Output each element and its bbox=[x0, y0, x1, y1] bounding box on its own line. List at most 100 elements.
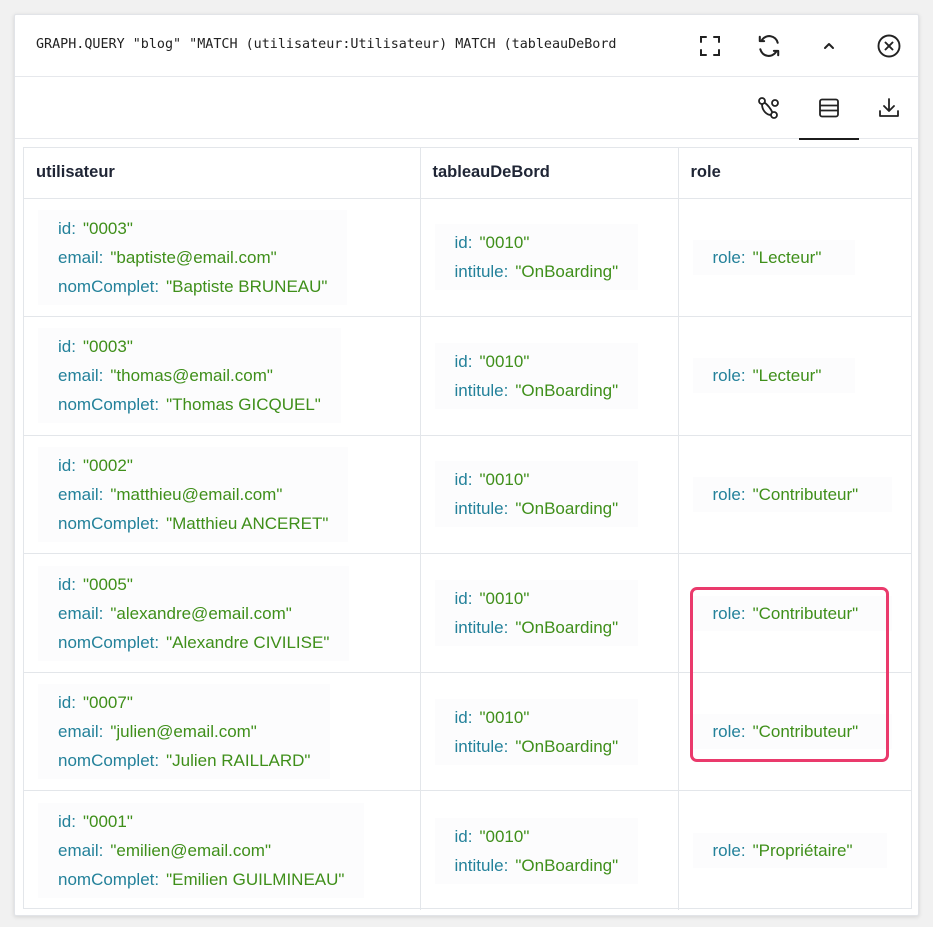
property-line: email: "thomas@email.com" bbox=[58, 361, 321, 390]
table-row: id: "0003" email: "thomas@email.com" nomComp… bbox=[24, 316, 911, 436]
table-cell-tableaudebord[interactable]: id: "0010" intitule: "OnBoarding" bbox=[420, 790, 679, 910]
property-value: "0007" bbox=[82, 693, 133, 713]
property-key: role: bbox=[712, 366, 746, 386]
refresh-button[interactable] bbox=[754, 31, 784, 61]
role-object: role: "Contributeur" bbox=[692, 476, 893, 512]
property-key: nomComplet: bbox=[58, 276, 160, 296]
property-key: id: bbox=[454, 233, 473, 253]
property-value: "0003" bbox=[82, 218, 133, 238]
property-key: intitule: bbox=[454, 855, 509, 875]
tableaudebord-object: id: "0010" intitule: "OnBoarding" bbox=[434, 342, 639, 409]
property-value: "Propriétaire" bbox=[752, 841, 853, 861]
property-value: "0005" bbox=[82, 574, 133, 594]
download-button[interactable] bbox=[859, 77, 919, 139]
table-cell-role[interactable]: role: "Contributeur" bbox=[678, 672, 911, 792]
table-cell-utilisateur[interactable]: id: "0005" email: "alexandre@email.com" nomC… bbox=[24, 553, 421, 673]
table-cell-role[interactable]: role: "Lecteur" bbox=[678, 198, 911, 318]
tableaudebord-object: id: "0010" intitule: "OnBoarding" bbox=[434, 461, 639, 528]
close-button[interactable] bbox=[874, 31, 904, 61]
property-key: email: bbox=[58, 366, 104, 386]
property-line: id: "0001" bbox=[58, 807, 344, 836]
chevron-up-icon bbox=[824, 43, 834, 49]
table-cell-role[interactable]: role: "Lecteur" bbox=[678, 316, 911, 436]
property-line: id: "0010" bbox=[455, 347, 619, 376]
table-cell-tableaudebord[interactable]: id: "0010" intitule: "OnBoarding" bbox=[420, 672, 679, 792]
property-line: id: "0005" bbox=[58, 570, 329, 599]
table-cell-role[interactable]: role: "Contributeur" bbox=[678, 553, 911, 673]
property-line: email: "julien@email.com" bbox=[58, 717, 310, 746]
refresh-icon bbox=[758, 35, 780, 57]
property-line: role: "Contributeur" bbox=[713, 599, 859, 628]
property-value: "Thomas GICQUEL" bbox=[166, 395, 321, 415]
property-value: "emilien@email.com" bbox=[110, 841, 272, 861]
utilisateur-object: id: "0005" email: "alexandre@email.com" nomC… bbox=[38, 565, 350, 661]
property-line: email: "emilien@email.com" bbox=[58, 836, 344, 865]
table-cell-utilisateur[interactable]: id: "0001" email: "emilien@email.com" nomCom… bbox=[24, 790, 421, 910]
close-circle-icon bbox=[877, 34, 901, 58]
role-object: role: "Contributeur" bbox=[692, 595, 893, 631]
property-value: "0002" bbox=[82, 455, 133, 475]
collapse-button[interactable] bbox=[814, 31, 844, 61]
table-cell-utilisateur[interactable]: id: "0003" email: "baptiste@email.com" nomCo… bbox=[24, 198, 421, 318]
property-line: nomComplet: "Julien RAILLARD" bbox=[58, 746, 310, 775]
graph-view-icon bbox=[758, 97, 779, 119]
property-key: email: bbox=[58, 247, 104, 267]
property-key: intitule: bbox=[454, 262, 509, 282]
fullscreen-button[interactable] bbox=[695, 31, 725, 61]
query-text[interactable]: GRAPH.QUERY "blog" "MATCH (utilisateur:U… bbox=[36, 37, 684, 52]
property-line: id: "0002" bbox=[58, 451, 328, 480]
property-value: "0003" bbox=[82, 337, 133, 357]
property-value: "0010" bbox=[479, 233, 530, 253]
table-cell-role[interactable]: role: "Contributeur" bbox=[678, 435, 911, 555]
property-line: role: "Lecteur" bbox=[713, 243, 822, 272]
table-cell-utilisateur[interactable]: id: "0007" email: "julien@email.com" nomComp… bbox=[24, 672, 421, 792]
property-line: role: "Lecteur" bbox=[713, 361, 822, 390]
property-value: "0010" bbox=[479, 589, 530, 609]
property-value: "Emilien GUILMINEAU" bbox=[166, 870, 345, 890]
table-view-button[interactable] bbox=[799, 77, 859, 140]
table-cell-role[interactable]: role: "Propriétaire" bbox=[678, 791, 911, 910]
property-value: "OnBoarding" bbox=[515, 618, 619, 638]
property-key: role: bbox=[712, 841, 746, 861]
property-line: id: "0010" bbox=[455, 228, 619, 257]
property-line: intitule: "OnBoarding" bbox=[455, 376, 619, 405]
table-cell-tableaudebord[interactable]: id: "0010" intitule: "OnBoarding" bbox=[420, 198, 679, 318]
graph-view-button[interactable] bbox=[739, 77, 799, 139]
property-key: intitule: bbox=[454, 618, 509, 638]
property-value: "julien@email.com" bbox=[110, 722, 257, 742]
utilisateur-object: id: "0002" email: "matthieu@email.com" nomCo… bbox=[38, 446, 349, 542]
table-cell-tableaudebord[interactable]: id: "0010" intitule: "OnBoarding" bbox=[420, 553, 679, 673]
property-key: nomComplet: bbox=[58, 751, 160, 771]
tableaudebord-object: id: "0010" intitule: "OnBoarding" bbox=[434, 817, 639, 884]
table-cell-tableaudebord[interactable]: id: "0010" intitule: "OnBoarding" bbox=[420, 435, 679, 555]
property-line: nomComplet: "Thomas GICQUEL" bbox=[58, 390, 321, 419]
property-value: "Alexandre CIVILISE" bbox=[166, 632, 330, 652]
utilisateur-object: id: "0003" email: "thomas@email.com" nomComp… bbox=[38, 328, 341, 424]
table-cell-tableaudebord[interactable]: id: "0010" intitule: "OnBoarding" bbox=[420, 316, 679, 436]
table-row: id: "0002" email: "matthieu@email.com" nomCo… bbox=[24, 435, 911, 555]
property-line: role: "Contributeur" bbox=[713, 717, 859, 746]
property-line: nomComplet: "Emilien GUILMINEAU" bbox=[58, 865, 344, 894]
property-line: email: "baptiste@email.com" bbox=[58, 243, 327, 272]
property-line: id: "0007" bbox=[58, 688, 310, 717]
property-line: id: "0010" bbox=[455, 703, 619, 732]
fullscreen-icon bbox=[700, 36, 720, 56]
table-row: id: "0007" email: "julien@email.com" nomComp… bbox=[24, 672, 911, 792]
property-key: id: bbox=[58, 812, 76, 832]
tableaudebord-object: id: "0010" intitule: "OnBoarding" bbox=[434, 580, 639, 647]
view-toolbar bbox=[15, 77, 919, 140]
property-line: nomComplet: "Baptiste BRUNEAU" bbox=[58, 272, 327, 301]
property-line: intitule: "OnBoarding" bbox=[455, 851, 619, 880]
results-table-container[interactable]: utilisateur tableauDeBord role id: "0003"… bbox=[23, 147, 912, 910]
table-cell-utilisateur[interactable]: id: "0003" email: "thomas@email.com" nomComp… bbox=[24, 316, 421, 436]
property-key: role: bbox=[712, 247, 746, 267]
property-value: "Matthieu ANCERET" bbox=[166, 513, 329, 533]
property-value: "alexandre@email.com" bbox=[110, 603, 292, 623]
query-result-panel: GRAPH.QUERY "blog" "MATCH (utilisateur:U… bbox=[14, 14, 919, 916]
property-line: intitule: "OnBoarding" bbox=[455, 257, 619, 286]
property-value: "Lecteur" bbox=[752, 366, 822, 386]
property-value: "Contributeur" bbox=[752, 722, 859, 742]
table-cell-utilisateur[interactable]: id: "0002" email: "matthieu@email.com" nomCo… bbox=[24, 435, 421, 555]
property-line: intitule: "OnBoarding" bbox=[455, 613, 619, 642]
utilisateur-object: id: "0001" email: "emilien@email.com" nomCom… bbox=[38, 803, 365, 899]
